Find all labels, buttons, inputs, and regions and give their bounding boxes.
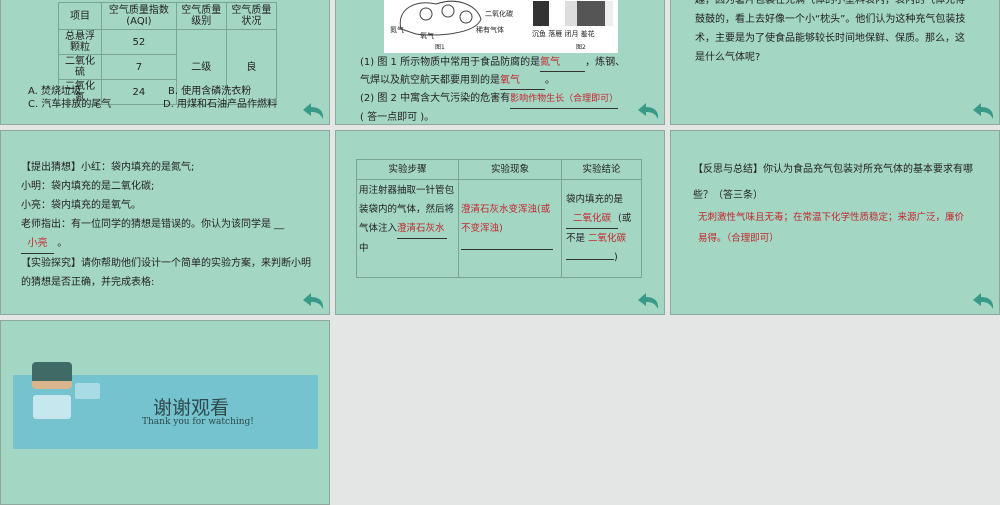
answer-text: 无刺激性气味且无毒；在常温下化学性质稳定；来源广泛，廉价易得。（合理即可）	[698, 212, 965, 244]
text-line: 小明：袋内填充的是二氧化碳;	[21, 181, 155, 192]
four-beauties-figure	[533, 1, 613, 26]
slide-thumbnail-5[interactable]: 实验步骤 实验现象 实验结论 用注射器抽取一针管包装袋内的气体，然后将气体注入澄清石…	[335, 130, 665, 315]
option-d: D. 用煤和石油产品作燃料	[163, 99, 278, 110]
answer-text: 澄清石灰水	[397, 219, 448, 239]
option-a: A. 焚烧垃圾	[28, 86, 82, 97]
table-header: 项目	[57, 2, 103, 30]
experiment-table: 实验步骤 实验现象 实验结论 用注射器抽取一针管包装袋内的气体，然后将气体注入澄清石…	[356, 159, 642, 278]
back-arrow-icon[interactable]	[971, 102, 995, 120]
fig-label: 二氧化碳	[485, 10, 513, 18]
closing-subtitle: Thank you for watching!	[142, 417, 254, 427]
back-arrow-icon[interactable]	[301, 102, 325, 120]
slide-thumbnail-3[interactable]: 趣，因为薯片包装在充满气体的小塑料袋内，袋内的气体充得鼓鼓的，看上去好像一个小“…	[670, 0, 1000, 125]
table-cell: 总悬浮颗粒	[57, 29, 103, 55]
fig-label: 稀有气体	[476, 26, 504, 34]
question-text: (2) 图 2 中寓含大气污染的危害有	[360, 93, 511, 104]
fig-caption: 图2	[576, 44, 586, 51]
text-line: 【提出猜想】小红：袋内填充的是氮气;	[21, 162, 195, 173]
decor-rect	[75, 383, 100, 399]
slide-thumbnail-6[interactable]: 【反思与总结】你认为食品充气包装对所充气体的基本要求有哪些？（答三条） 无刺激性…	[670, 130, 1000, 315]
chalkboard-image	[32, 362, 72, 389]
table-cell: 7	[101, 54, 177, 80]
table-header: 空气质量状况	[225, 2, 278, 30]
back-arrow-icon[interactable]	[301, 292, 325, 310]
slide-thumbnail-1[interactable]: 项目 空气质量指数 (AQI) 空气质量级别 空气质量状况 总悬浮颗粒 52 二级良 二氧…	[0, 0, 330, 125]
cell-text: 中	[359, 243, 369, 254]
decor-rect	[33, 395, 71, 419]
question-text: 【反思与总结】你认为食品充气包装对所充气体的基本要求有哪些？（答三条）	[693, 164, 973, 201]
text-line: 。	[57, 238, 68, 249]
fig-label: 沉鱼 落雁 闭月 羞花	[532, 30, 595, 38]
answer-text: 澄清石灰水变浑浊(或不变浑浊)	[461, 204, 551, 234]
table-cell: 52	[101, 29, 177, 55]
answer-text: 影响作物生长（合理即可）	[510, 91, 619, 109]
option-b: B. 使用含磷洗衣粉	[168, 86, 252, 97]
table-header: 空气质量指数 (AQI)	[101, 2, 177, 30]
back-arrow-icon[interactable]	[971, 292, 995, 310]
slide-thumbnail-2[interactable]: 二氧化碳 氮气 氧气 稀有气体 图1 沉鱼 落雁 闭月 羞花 图2 (1) 图 …	[335, 0, 665, 125]
fig-caption: 图1	[435, 44, 445, 51]
slide-thumbnail-4[interactable]: 【提出猜想】小红：袋内填充的是氮气; 小明：袋内填充的是二氧化碳; 小亮：袋内填…	[0, 130, 330, 315]
answer-text: 氧气	[500, 72, 545, 90]
slide-thumbnail-7[interactable]: 谢谢观看 Thank you for watching!	[0, 320, 330, 505]
answer-text: 小亮	[21, 234, 54, 254]
question-text: 。	[545, 75, 555, 86]
question-text: 气焊以及航空航天都要用到的是	[360, 75, 500, 86]
paragraph-text: 趣，因为薯片包装在充满气体的小塑料袋内，袋内的气体充得鼓鼓的，看上去好像一个小“…	[695, 0, 966, 63]
table-cell: 二氧化硫	[57, 54, 103, 80]
cell-text: 袋内填充的是	[566, 194, 624, 205]
table-header: 实验现象	[458, 159, 562, 180]
question-text: ( 答一点即可 )。	[360, 112, 435, 123]
closing-title: 谢谢观看	[153, 397, 230, 419]
cell-text: )	[614, 252, 618, 263]
question-text: (1) 图 1 所示物质中常用于食品防腐的是	[360, 57, 541, 68]
fig-label: 氮气	[390, 26, 404, 34]
table-header: 空气质量级别	[175, 2, 227, 30]
table-header: 实验步骤	[356, 159, 459, 180]
text-line: 老师指出：有一位同学的猜想是错误的。你认为该同学是 __	[21, 219, 285, 230]
back-arrow-icon[interactable]	[636, 102, 660, 120]
answer-text: 氮气	[540, 54, 586, 72]
text-line: 小亮：袋内填充的是氧气。	[21, 200, 141, 211]
answer-text: 二氧化碳	[588, 233, 627, 244]
option-c: C. 汽车排放的尾气	[28, 99, 112, 110]
table-header: 实验结论	[561, 159, 642, 180]
text-line: 【实验探究】请你帮助他们设计一个简单的实验方案，来判断小明的猜想是否正确，并完成…	[21, 258, 311, 288]
fig-label: 氧气	[420, 32, 434, 40]
back-arrow-icon[interactable]	[636, 292, 660, 310]
question-text: ，炼钢、	[585, 57, 626, 68]
answer-text: 二氧化碳	[566, 209, 618, 229]
